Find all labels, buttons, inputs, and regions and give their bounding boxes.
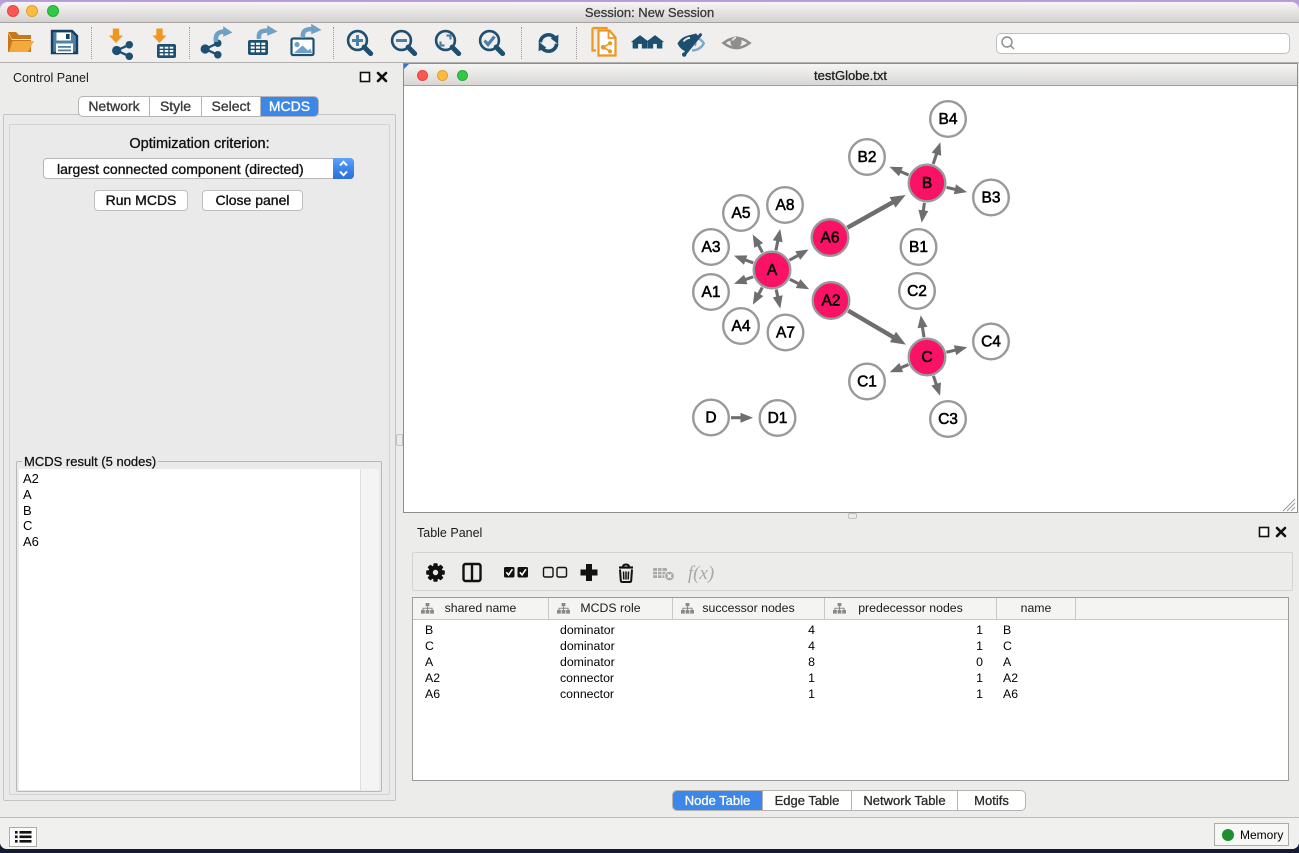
svg-text:A4: A4 <box>732 318 751 335</box>
svg-text:C1: C1 <box>857 374 877 391</box>
svg-text:A1: A1 <box>702 284 721 301</box>
svg-text:B: B <box>922 175 932 192</box>
svg-text:A6: A6 <box>821 230 840 247</box>
svg-text:B4: B4 <box>939 111 958 128</box>
svg-text:B3: B3 <box>982 190 1001 207</box>
svg-text:A5: A5 <box>732 205 751 222</box>
svg-text:A: A <box>767 262 778 279</box>
svg-text:D: D <box>705 410 716 427</box>
svg-text:A3: A3 <box>702 239 721 256</box>
svg-text:D1: D1 <box>768 410 788 427</box>
svg-text:B1: B1 <box>909 239 928 256</box>
svg-text:C3: C3 <box>938 411 958 428</box>
svg-text:A2: A2 <box>822 293 841 310</box>
svg-text:C4: C4 <box>981 334 1001 351</box>
svg-text:A7: A7 <box>776 325 795 342</box>
svg-text:f(x): f(x) <box>688 563 714 584</box>
svg-text:C2: C2 <box>907 283 927 300</box>
svg-text:B2: B2 <box>858 149 877 166</box>
svg-text:C: C <box>921 349 932 366</box>
svg-text:A8: A8 <box>776 197 795 214</box>
